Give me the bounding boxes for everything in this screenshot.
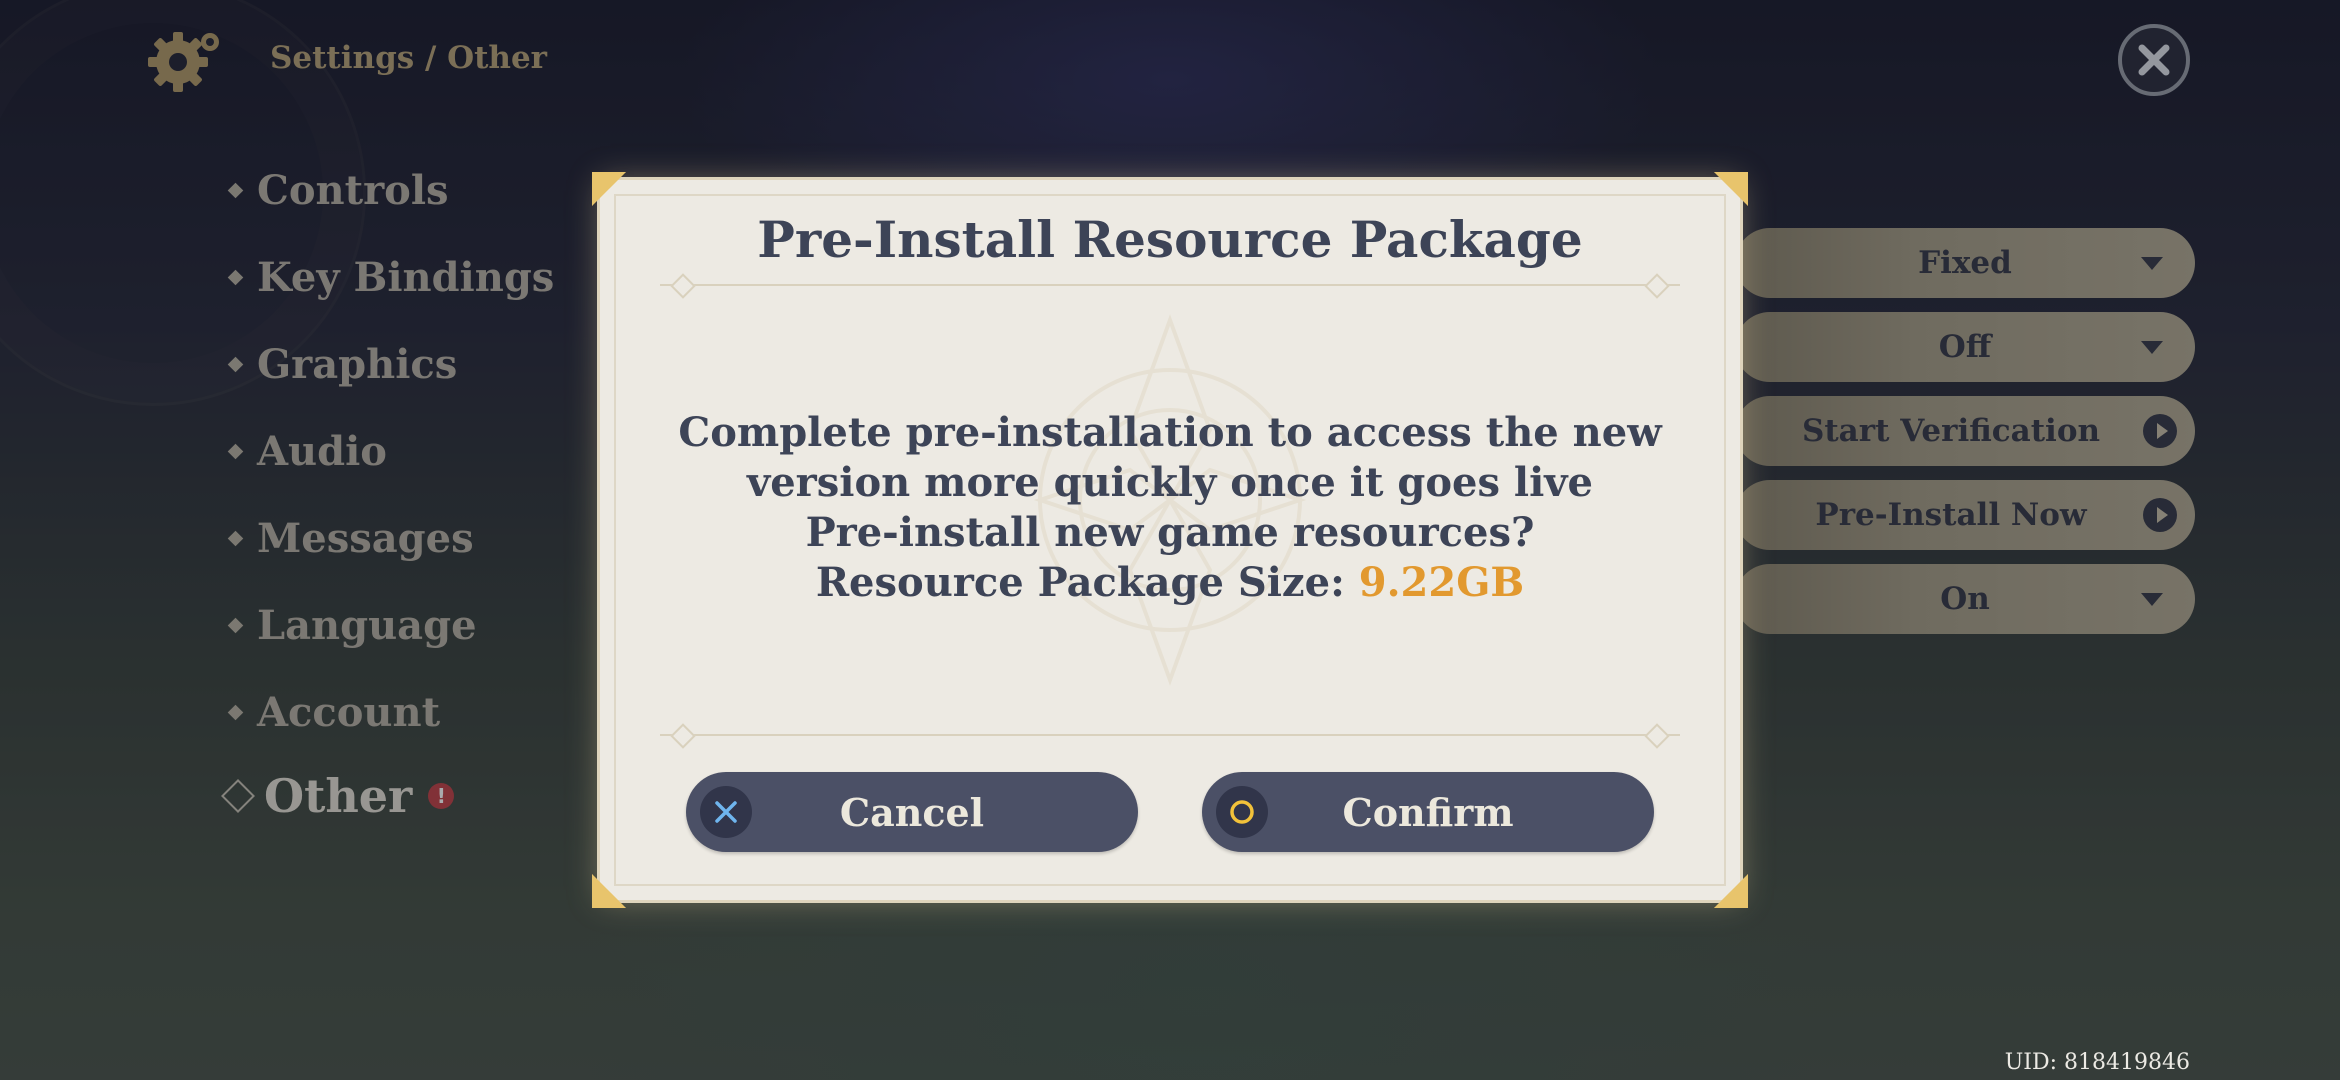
message-line: Pre-install new game resources? <box>805 509 1535 556</box>
dialog-message: Complete pre-installation to access the … <box>600 408 1740 608</box>
cancel-label: Cancel <box>839 789 985 835</box>
package-size-label: Resource Package Size: <box>815 559 1345 606</box>
confirm-label: Confirm <box>1342 789 1514 835</box>
package-size-value: 9.22GB <box>1358 559 1525 606</box>
dialog-title: Pre-Install Resource Package <box>757 210 1583 269</box>
title-divider <box>660 284 1680 286</box>
circle-icon <box>1216 786 1268 838</box>
cancel-button[interactable]: Cancel <box>686 772 1138 852</box>
footer-divider <box>660 734 1680 736</box>
package-size-line: Resource Package Size: 9.22GB <box>600 558 1740 608</box>
confirm-button[interactable]: Confirm <box>1202 772 1654 852</box>
pre-install-dialog: Pre-Install Resource Package Complete pr… <box>592 172 1748 908</box>
uid-label: UID: 818419846 <box>2004 1050 2190 1075</box>
game-settings-screen: Settings / Other Controls Key Bindings G… <box>0 0 2340 1080</box>
cross-icon <box>700 786 752 838</box>
message-line: Complete pre-installation to access the … <box>678 409 1662 456</box>
message-line: version more quickly once it goes live <box>746 459 1593 506</box>
